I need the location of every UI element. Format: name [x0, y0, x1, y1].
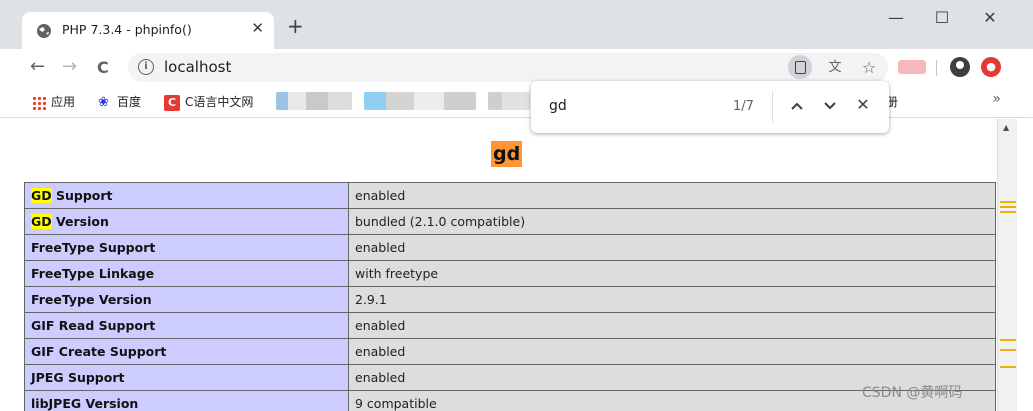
find-match-marker [1000, 201, 1016, 203]
extension-red-icon[interactable]: ● [981, 57, 1001, 77]
setting-name-cell: FreeType Version [24, 286, 349, 313]
tab-close-icon[interactable]: ✕ [251, 19, 264, 37]
setting-value: enabled [348, 338, 996, 365]
page-content: gd GD Support enabled GD Version bundled (2… [0, 119, 997, 411]
search-highlight: GD [31, 214, 52, 229]
setting-value: bundled (2.1.0 compatible) [348, 208, 996, 235]
setting-name-cell: JPEG Support [24, 364, 349, 391]
toolbar-divider [936, 60, 937, 76]
minimize-button[interactable]: — [876, 8, 916, 27]
apps-icon [32, 95, 46, 110]
find-in-page-icon[interactable] [788, 55, 812, 79]
find-next-button[interactable] [818, 93, 842, 117]
reload-button[interactable]: C [97, 58, 109, 77]
find-match-marker [1000, 339, 1016, 341]
blurred-bookmark[interactable] [488, 92, 530, 110]
bookmark-baidu[interactable]: ❀ 百度 [98, 93, 141, 110]
setting-name-cell: GIF Read Support [24, 312, 349, 339]
setting-name-cell: GIF Create Support [24, 338, 349, 365]
find-close-button[interactable]: ✕ [851, 93, 875, 117]
scroll-up-icon[interactable]: ▲ [1003, 123, 1009, 132]
find-bar: gd 1/7 ✕ [531, 81, 889, 133]
setting-value: enabled [348, 312, 996, 339]
setting-name-cell: GD Support [24, 182, 349, 209]
table-row: GD Version bundled (2.1.0 compatible) [24, 208, 996, 235]
table-row: GD Support enabled [24, 182, 996, 209]
setting-value: enabled [348, 182, 996, 209]
maximize-button[interactable]: ☐ [922, 8, 962, 27]
profile-icon[interactable] [950, 57, 970, 77]
c-logo-icon: C [164, 94, 180, 111]
table-row: JPEG Support enabled [24, 364, 996, 391]
tab-strip: PHP 7.3.4 - phpinfo() ✕ + — ☐ ✕ [0, 0, 1033, 49]
setting-name: libJPEG Version [31, 396, 139, 411]
chevron-up-icon [791, 102, 803, 110]
setting-name: GIF Create Support [31, 344, 167, 359]
bookmarks-overflow-icon[interactable]: » [992, 91, 1001, 107]
close-window-button[interactable]: ✕ [970, 8, 1010, 27]
search-highlight: GD [31, 188, 52, 203]
url-text[interactable]: localhost [164, 58, 231, 76]
section-title: gd [491, 141, 523, 167]
bookmark-label: 百度 [117, 95, 142, 109]
gd-info-table: GD Support enabled GD Version bundled (2.1.… [24, 182, 996, 411]
find-divider [772, 91, 773, 123]
table-row: FreeType Linkage with freetype [24, 260, 996, 287]
chevron-down-icon [824, 102, 836, 110]
new-tab-button[interactable]: + [287, 16, 304, 36]
setting-name: FreeType Support [31, 240, 156, 255]
setting-name-cell: GD Version [24, 208, 349, 235]
forward-button[interactable]: → [62, 56, 77, 77]
setting-name: JPEG Support [31, 370, 125, 385]
setting-name: Version [51, 214, 109, 229]
setting-name: FreeType Version [31, 292, 152, 307]
find-previous-button[interactable] [785, 93, 809, 117]
setting-name-cell: libJPEG Version [24, 390, 349, 411]
find-match-marker [1000, 206, 1016, 208]
table-row: GIF Create Support enabled [24, 338, 996, 365]
find-match-count: 1/7 [733, 99, 754, 114]
table-row: FreeType Version 2.9.1 [24, 286, 996, 313]
back-button[interactable]: ← [30, 56, 45, 77]
tab-phpinfo[interactable]: PHP 7.3.4 - phpinfo() ✕ [22, 12, 274, 49]
address-bar[interactable]: i localhost 文 ☆ [128, 53, 888, 82]
bookmark-c-language[interactable]: C C语言中文网 [164, 93, 253, 111]
bookmark-star-icon[interactable]: ☆ [860, 60, 878, 76]
find-match-marker [1000, 349, 1016, 351]
table-row: FreeType Support enabled [24, 234, 996, 261]
setting-name-cell: FreeType Support [24, 234, 349, 261]
blurred-bookmark[interactable] [276, 92, 352, 110]
setting-value: 2.9.1 [348, 286, 996, 313]
blurred-bookmark[interactable] [364, 92, 476, 110]
table-row: libJPEG Version 9 compatible [24, 390, 996, 411]
extension-icon[interactable] [898, 60, 926, 74]
setting-value: enabled [348, 234, 996, 261]
find-match-marker [1000, 211, 1016, 213]
baidu-paw-icon: ❀ [98, 94, 109, 110]
globe-icon [37, 24, 51, 38]
setting-value: with freetype [348, 260, 996, 287]
bookmark-label: C语言中文网 [185, 95, 254, 109]
watermark: CSDN @黄啊码 [862, 385, 963, 401]
find-input[interactable]: gd [549, 98, 567, 114]
translate-icon[interactable]: 文 [826, 60, 844, 76]
setting-name: Support [51, 188, 113, 203]
find-match-marker [1000, 366, 1016, 368]
info-icon[interactable]: i [138, 59, 154, 75]
setting-name-cell: FreeType Linkage [24, 260, 349, 287]
bookmark-apps[interactable]: 应用 [32, 93, 75, 110]
table-row: GIF Read Support enabled [24, 312, 996, 339]
setting-name: GIF Read Support [31, 318, 156, 333]
vertical-scrollbar[interactable]: ▲ [997, 119, 1017, 411]
bookmark-label: 应用 [51, 95, 76, 109]
tab-title: PHP 7.3.4 - phpinfo() [62, 22, 192, 37]
setting-name: FreeType Linkage [31, 266, 155, 281]
